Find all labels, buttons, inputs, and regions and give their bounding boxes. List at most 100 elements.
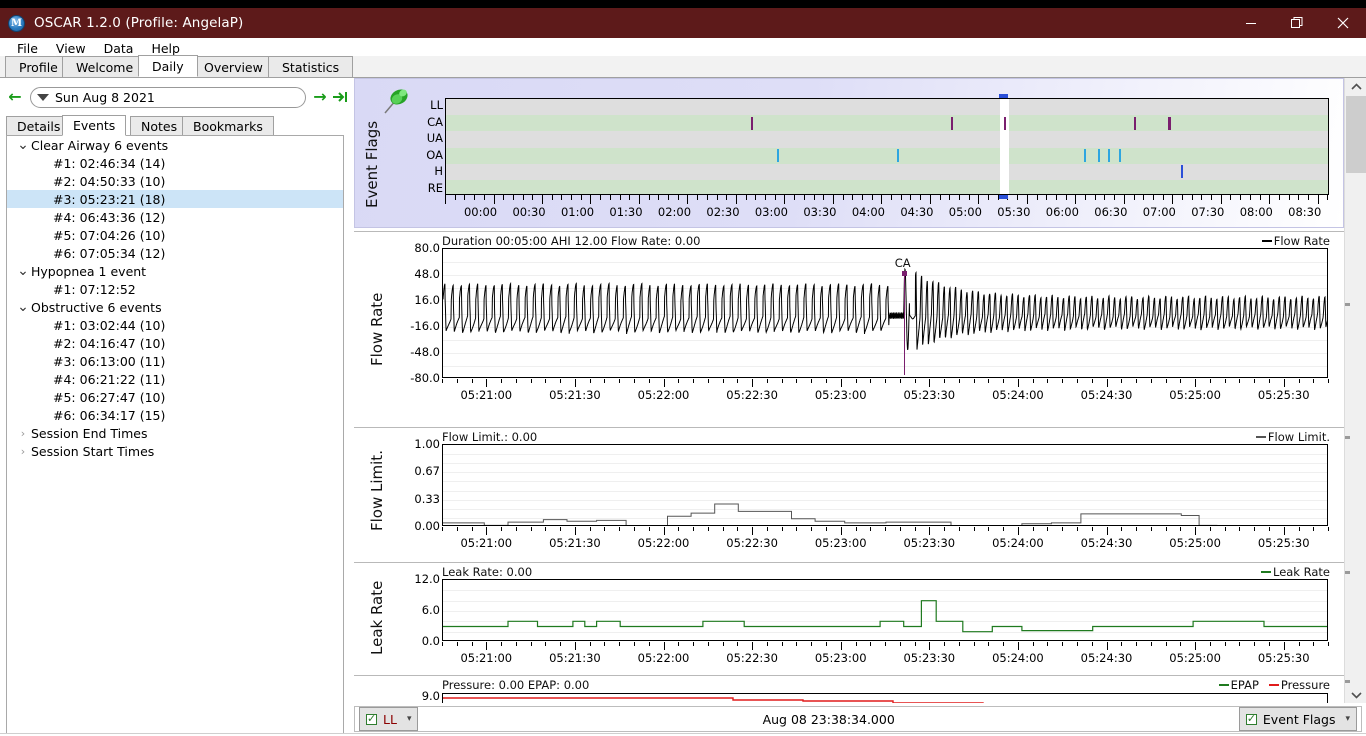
event-row-label: #4: 06:43:36 (12) xyxy=(53,209,166,225)
subtab-notes[interactable]: Notes xyxy=(130,116,189,136)
date-navigation-row: ← Sun Aug 8 2021 → xyxy=(0,84,350,110)
event-group-row[interactable]: ⌄ Hypopnea 1 event xyxy=(7,262,343,280)
chevron-right-icon[interactable]: › xyxy=(15,427,31,440)
event-annotation-line xyxy=(903,271,905,375)
flow-limit-plot[interactable] xyxy=(442,444,1328,526)
right-channel-combo[interactable]: Event Flags ▾ xyxy=(1238,707,1357,731)
check-icon[interactable] xyxy=(366,712,377,725)
scrollbar-thumb[interactable] xyxy=(1346,96,1366,173)
menu-view[interactable]: View xyxy=(47,39,95,58)
event-item-row[interactable]: #1: 02:46:34 (14) xyxy=(7,154,343,172)
event-row-label: #1: 07:12:52 xyxy=(53,281,136,297)
event-flag-marker[interactable] xyxy=(750,116,753,130)
graphs-scrollbar[interactable] xyxy=(1344,78,1366,703)
pressure-pane: Pressure: 0.00 EPAP: 0.00 EPAP Pressure … xyxy=(354,678,1344,703)
event-flag-marker[interactable] xyxy=(1118,149,1121,163)
leak-rate-pane: Leak Rate: 0.00 Leak Rate Leak Rate 12.0… xyxy=(354,565,1344,675)
event-item-row[interactable]: #4: 06:43:36 (12) xyxy=(7,208,343,226)
menu-file[interactable]: File xyxy=(8,39,47,58)
pressure-plot[interactable] xyxy=(442,693,1328,703)
chevron-down-icon[interactable]: ⌄ xyxy=(15,137,31,153)
event-item-row[interactable]: #3: 06:13:00 (11) xyxy=(7,352,343,370)
x-axis-label: 05:22:00 xyxy=(637,651,690,665)
event-flags-selection-band[interactable] xyxy=(1000,99,1010,194)
tab-statistics[interactable]: Statistics xyxy=(268,56,354,77)
x-axis-label: 05:22:00 xyxy=(637,388,690,402)
y-axis-label: 48.0 xyxy=(414,267,440,281)
left-channel-combo[interactable]: LL ▾ xyxy=(359,707,419,731)
status-bar: LL ▾ Aug 08 23:38:34.000 Event Flags ▾ xyxy=(352,703,1366,736)
flow-rate-plot[interactable] xyxy=(442,248,1328,378)
divider-1 xyxy=(354,231,1344,232)
chevron-down-icon[interactable]: ⌄ xyxy=(15,263,31,279)
y-axis-label: 6.0 xyxy=(421,603,440,617)
last-day-icon[interactable] xyxy=(330,90,350,104)
event-flags-y-tick: LL xyxy=(430,98,443,112)
event-flag-marker[interactable] xyxy=(1181,165,1184,179)
series-canvas xyxy=(443,267,1327,351)
event-flag-marker[interactable] xyxy=(776,149,779,163)
flow-rate-pane: Duration 00:05:00 AHI 12.00 Flow Rate: 0… xyxy=(354,234,1344,414)
x-axis-label: 05:25:00 xyxy=(1169,651,1221,665)
leak-rate-plot[interactable] xyxy=(442,579,1328,641)
selection-handle-bottom[interactable] xyxy=(999,195,1009,199)
events-tree[interactable]: ⌄ Clear Airway 6 events #1: 02:46:34 (14) #… xyxy=(6,135,344,736)
next-day-icon[interactable]: → xyxy=(310,89,330,105)
event-item-row[interactable]: #1: 03:02:44 (10) xyxy=(7,316,343,334)
pin-icon[interactable] xyxy=(379,83,413,117)
event-flag-marker[interactable] xyxy=(1133,116,1136,130)
chevron-right-icon[interactable]: › xyxy=(15,445,31,458)
check-icon[interactable] xyxy=(1245,712,1257,725)
event-item-row[interactable]: #5: 06:27:47 (10) xyxy=(7,388,343,406)
event-group-row[interactable]: › Session End Times xyxy=(7,424,343,442)
event-item-row[interactable]: #2: 04:50:33 (10) xyxy=(7,172,343,190)
subtab-events[interactable]: Events xyxy=(62,115,127,136)
subtab-bookmarks[interactable]: Bookmarks xyxy=(182,116,274,136)
window-top-strip xyxy=(0,0,1366,8)
leak-rate-x-labels: 05:21:00 05:21:30 05:22:00 05:22:30 05:23:00… xyxy=(354,651,1344,665)
event-item-row[interactable]: #1: 07:12:52 xyxy=(7,280,343,298)
event-flag-marker[interactable] xyxy=(1084,149,1087,163)
tab-overview[interactable]: Overview xyxy=(190,56,277,77)
event-flag-marker[interactable] xyxy=(1108,149,1111,163)
event-flag-marker[interactable] xyxy=(896,149,899,163)
scroll-up-icon[interactable] xyxy=(1345,78,1366,95)
maximize-icon[interactable] xyxy=(1274,8,1320,38)
event-group-row[interactable]: ⌄ Clear Airway 6 events xyxy=(7,136,343,154)
menu-data[interactable]: Data xyxy=(95,39,143,58)
event-item-row[interactable]: #6: 06:34:17 (15) xyxy=(7,406,343,424)
chevron-down-icon[interactable]: ⌄ xyxy=(15,299,31,315)
event-flags-x-label: 00:00 xyxy=(463,205,498,219)
event-flags-band xyxy=(446,115,1328,132)
menu-bar: File View Data Help xyxy=(0,38,1366,58)
event-group-row[interactable]: ⌄ Obstructive 6 events xyxy=(7,298,343,316)
title-bar: OSCAR 1.2.0 (Profile: AngelaP) xyxy=(0,8,1366,38)
scroll-down-icon[interactable] xyxy=(1345,686,1366,703)
close-icon[interactable] xyxy=(1320,8,1366,38)
event-item-row[interactable]: #5: 07:04:26 (10) xyxy=(7,226,343,244)
event-group-row[interactable]: › Session Start Times xyxy=(7,442,343,460)
event-annotation-marker[interactable] xyxy=(901,271,907,276)
event-item-row[interactable]: #6: 07:05:34 (12) xyxy=(7,244,343,262)
event-flag-marker[interactable] xyxy=(1097,149,1100,163)
event-flags-plot[interactable] xyxy=(445,98,1329,195)
event-flag-marker[interactable] xyxy=(1004,116,1007,130)
left-channel-label: LL xyxy=(383,711,397,727)
tab-daily[interactable]: Daily xyxy=(138,55,198,77)
x-axis-label: 05:25:30 xyxy=(1257,388,1310,402)
event-flag-marker[interactable] xyxy=(951,116,954,130)
event-item-row[interactable]: #3: 05:23:21 (18) xyxy=(7,190,343,208)
date-selector[interactable]: Sun Aug 8 2021 xyxy=(30,86,306,108)
tab-welcome[interactable]: Welcome xyxy=(62,56,148,77)
window-title: OSCAR 1.2.0 (Profile: AngelaP) xyxy=(34,15,244,31)
selection-handle-top[interactable] xyxy=(999,94,1009,98)
minimize-icon[interactable] xyxy=(1228,8,1274,38)
event-item-row[interactable]: #2: 04:16:47 (10) xyxy=(7,334,343,352)
event-item-row[interactable]: #4: 06:21:22 (11) xyxy=(7,370,343,388)
leak-rate-y-ticks: 12.0 6.0 0.0 xyxy=(392,572,440,648)
x-axis-label: 05:21:00 xyxy=(460,536,513,550)
chevron-down-icon: ▾ xyxy=(1345,714,1350,724)
event-flag-marker[interactable] xyxy=(1169,116,1172,130)
event-flags-band xyxy=(446,147,1328,164)
previous-day-icon[interactable]: ← xyxy=(4,89,26,105)
